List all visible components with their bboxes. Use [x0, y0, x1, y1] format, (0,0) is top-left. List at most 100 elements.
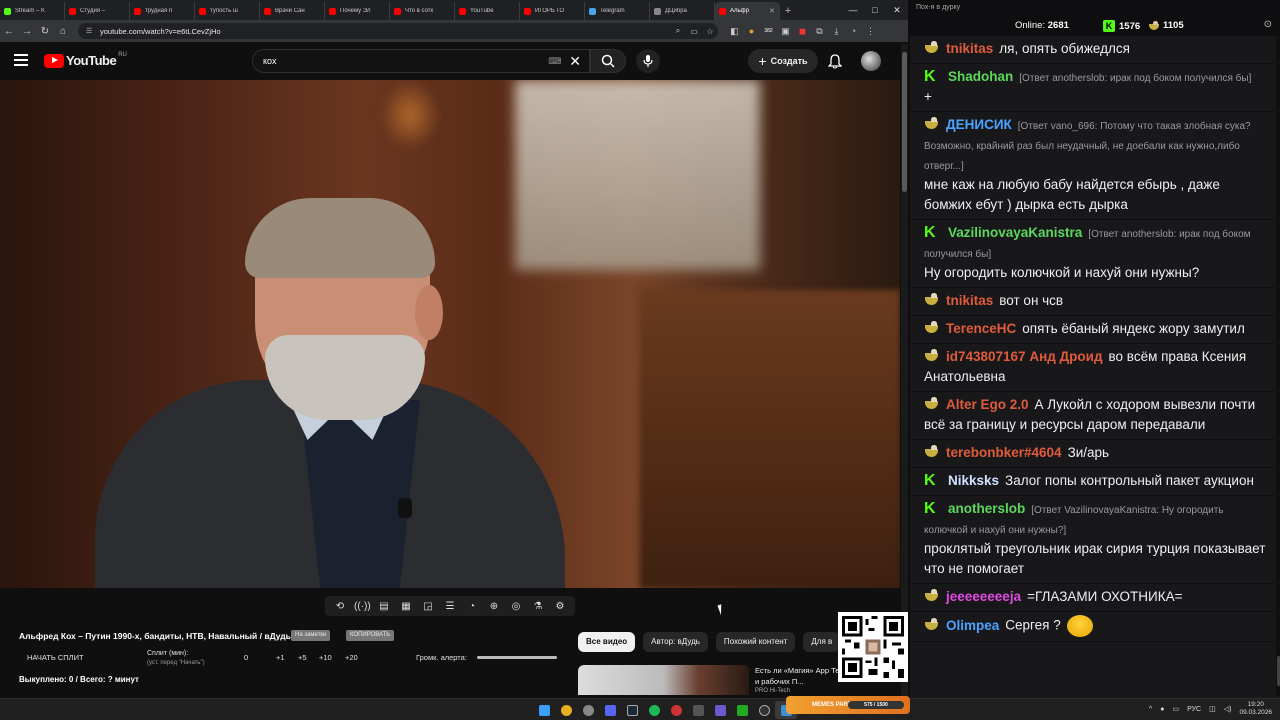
- tray-chevron-icon[interactable]: ^: [1149, 706, 1152, 713]
- bookmark-pill-button[interactable]: На заметки: [291, 630, 331, 641]
- recommended-video-thumbnail[interactable]: [578, 665, 749, 695]
- mic-tray-icon[interactable]: ●: [1160, 706, 1164, 713]
- battery-icon[interactable]: ▭: [1172, 705, 1179, 713]
- browser-tab[interactable]: Студия –: [65, 2, 130, 20]
- search-button[interactable]: [590, 49, 626, 73]
- steam-icon[interactable]: [621, 701, 643, 719]
- browser-tab[interactable]: Что в сотк: [390, 2, 455, 20]
- chat-message[interactable]: ДЕНИСИК [Ответ vano_696: Потому что такая…: [910, 112, 1275, 220]
- chat-message[interactable]: id743807167 Анд Дроид во всём права Ксени…: [910, 344, 1275, 392]
- volume-icon[interactable]: ◁): [1224, 705, 1232, 713]
- notifications-bell-icon[interactable]: [826, 52, 844, 70]
- chip-author[interactable]: Автор: вДудь: [643, 632, 708, 652]
- forward-icon[interactable]: →: [18, 22, 36, 40]
- cast-icon[interactable]: ▭: [686, 27, 702, 36]
- game-app-icon[interactable]: [687, 701, 709, 719]
- chat-username[interactable]: tnikitas: [946, 293, 993, 308]
- kebab-menu-icon[interactable]: ⋮: [862, 23, 879, 39]
- alert-volume-slider[interactable]: [477, 656, 557, 659]
- memes-party-widget[interactable]: MEMES PARTY 575 / 1500: [786, 696, 910, 714]
- sidebar-icon[interactable]: ◧: [726, 23, 743, 39]
- recommended-video-channel[interactable]: PRO Hi-Tech: [755, 688, 790, 694]
- speed-icon[interactable]: ◔: [464, 601, 480, 612]
- home-icon[interactable]: ⌂: [54, 22, 72, 40]
- bookmark-star-icon[interactable]: ☆: [702, 27, 718, 36]
- chat-message[interactable]: Alter Ego 2.0 А Лукойл с ходором вывезли …: [910, 392, 1275, 440]
- chat-username[interactable]: Olimpea: [946, 618, 999, 633]
- chat-message[interactable]: jeeeeeeeeja =ГЛАЗАМИ ОХОТНИКА=: [910, 584, 1275, 612]
- chat-username[interactable]: TerenceHC: [946, 321, 1016, 336]
- chat-username[interactable]: terebonbker#4604: [946, 445, 1062, 460]
- language-indicator[interactable]: РУС: [1187, 706, 1201, 713]
- page-scrollbar[interactable]: [901, 44, 908, 698]
- chat-username[interactable]: ДЕНИСИК: [946, 117, 1012, 132]
- voice-search-button[interactable]: [636, 49, 660, 73]
- start-split-button[interactable]: НАЧАТЬ СПЛИТ: [27, 653, 84, 662]
- browser-tab[interactable]: трудная п: [130, 2, 195, 20]
- browser-tab[interactable]: ДЦибра: [650, 2, 715, 20]
- chat-message[interactable]: terebonbker#4604 Зи/арь: [910, 440, 1275, 468]
- chat-username[interactable]: id743807167 Анд Дроид: [946, 349, 1103, 364]
- record-app-icon[interactable]: [665, 701, 687, 719]
- chat-message[interactable]: Kanotherslob [Ответ VazilinovayaKanistra:…: [910, 496, 1275, 584]
- chip-all-videos[interactable]: Все видео: [578, 632, 636, 652]
- browser-tab[interactable]: Почему Эл: [325, 2, 390, 20]
- volume-boost-icon[interactable]: ⊕: [486, 601, 502, 612]
- tab-close-icon[interactable]: ✕: [769, 7, 775, 15]
- cookie-extension-icon[interactable]: ●: [743, 23, 760, 39]
- youtube-logo[interactable]: YouTube RU: [44, 52, 127, 68]
- clock[interactable]: 19:20 09.03.2026: [1239, 701, 1272, 717]
- browser-tab[interactable]: тупость ш: [195, 2, 260, 20]
- screen-record-icon[interactable]: ▣: [777, 23, 794, 39]
- copy-pill-button[interactable]: КОПИРОВАТЬ: [346, 630, 395, 641]
- zoom-icon[interactable]: ⌕: [670, 26, 686, 36]
- settings-gear-icon[interactable]: ⚙: [552, 601, 568, 612]
- chat-message[interactable]: TerenceHC опять ёбаный яндекс жору замути…: [910, 316, 1275, 344]
- flask-icon[interactable]: ⚗: [530, 601, 546, 612]
- chat-username[interactable]: Shadohan: [948, 69, 1013, 84]
- avatar[interactable]: [861, 51, 881, 71]
- chat-message[interactable]: tnikitas ля, опять обижедлся: [910, 36, 1275, 64]
- chat-settings-icon[interactable]: ⊙: [1264, 19, 1272, 30]
- browser-tab[interactable]: ИГОРЬ ГО: [520, 2, 585, 20]
- split-value-0[interactable]: 0: [244, 653, 248, 662]
- settings-app-icon[interactable]: [577, 701, 599, 719]
- browser-tab[interactable]: Stream – K: [0, 2, 65, 20]
- split-add-1[interactable]: +1: [276, 653, 285, 662]
- puzzle-icon[interactable]: ⧉: [811, 23, 828, 39]
- chat-message-list[interactable]: tnikitas ля, опять обижедлся K Shadohan [Отв…: [910, 36, 1275, 696]
- url-field[interactable]: ☰ youtube.com/watch?v=e6tLCevZjHo ⌕ ▭ ☆: [78, 23, 718, 39]
- site-info-icon[interactable]: ☰: [86, 27, 94, 35]
- browser-tab[interactable]: YouTube: [455, 2, 520, 20]
- browser-tab[interactable]: Альфр ✕: [715, 2, 780, 20]
- picture-in-picture-icon[interactable]: ◲: [420, 601, 436, 612]
- browser-tab[interactable]: Врачи Сан: [260, 2, 325, 20]
- screenshot-icon[interactable]: ◎: [508, 601, 524, 612]
- video-player[interactable]: [0, 80, 900, 588]
- chat-message[interactable]: K Shadohan [Ответ anotherslob: ирак под бо…: [910, 64, 1275, 112]
- keyboard-icon[interactable]: ⌨: [548, 56, 561, 67]
- windows-start-icon[interactable]: [533, 701, 555, 719]
- split-add-10[interactable]: +10: [319, 653, 332, 662]
- broadcast-icon[interactable]: ((·)): [354, 601, 371, 612]
- back-icon[interactable]: ←: [0, 22, 18, 40]
- extension-badge[interactable]: 382: [760, 23, 777, 39]
- maximize-icon[interactable]: □: [864, 0, 886, 20]
- create-button[interactable]: + Создать: [748, 49, 818, 73]
- chip-for-you[interactable]: Для в: [803, 632, 841, 652]
- clapper-icon[interactable]: ▦: [398, 601, 414, 612]
- spotify-icon[interactable]: [643, 701, 665, 719]
- terminal-icon[interactable]: [731, 701, 753, 719]
- chat-username[interactable]: Nikksks: [948, 473, 999, 488]
- minimize-icon[interactable]: —: [842, 0, 864, 20]
- split-add-5[interactable]: +5: [298, 653, 307, 662]
- search-input[interactable]: кох ⌨ ✕: [252, 49, 590, 73]
- chat-username[interactable]: jeeeeeeeeja: [946, 589, 1021, 604]
- loop-icon[interactable]: ⟲: [332, 601, 348, 612]
- split-add-20[interactable]: +20: [345, 653, 358, 662]
- chrome-icon[interactable]: [555, 701, 577, 719]
- chat-username[interactable]: Alter Ego 2.0: [946, 397, 1029, 412]
- profile-icon[interactable]: ◔: [845, 23, 862, 39]
- network-icon[interactable]: ◫: [1209, 705, 1216, 713]
- browser-tab[interactable]: Telegram: [585, 2, 650, 20]
